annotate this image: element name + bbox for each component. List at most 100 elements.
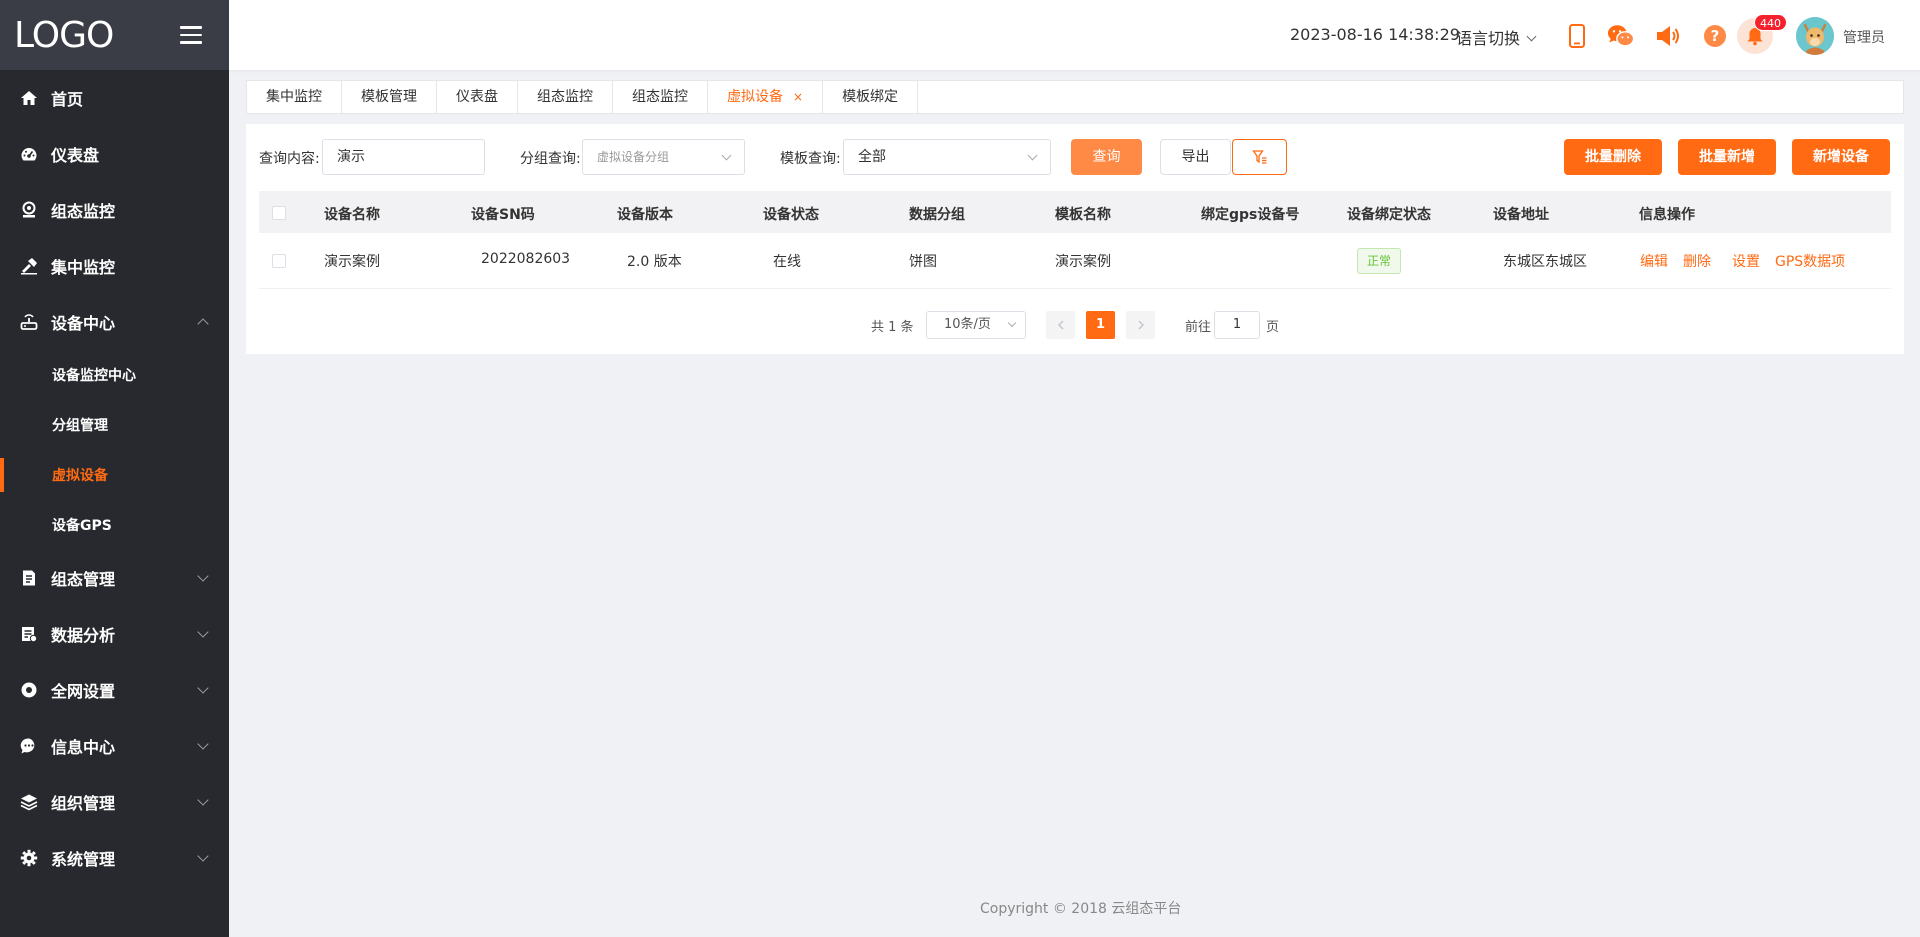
sidebar-item-network-settings[interactable]: 全网设置 [0,662,229,718]
chevron-right-icon [1138,320,1144,330]
home-icon [20,89,38,107]
chevron-down-icon [1007,318,1017,328]
row-checkbox[interactable] [272,254,286,268]
sidebar-menu: 首页 仪表盘 组态监控 集中监控 设备中心 [0,70,229,350]
status-badge: 正常 [1357,248,1402,274]
table-header: 设备名称 设备SN码 设备版本 设备状态 数据分组 模板名称 绑定gps设备号 … [259,191,1891,233]
cell-device-name: 演示案例 [324,254,380,270]
sidebar-item-device-center[interactable]: 设备中心 [0,294,229,350]
col-gps-device: 绑定gps设备号 [1201,207,1300,223]
top-header: 2023-08-16 14:38:29 语言切换 ? 440 管理员 [229,0,1920,70]
edit-link[interactable]: 编辑 [1640,251,1668,271]
chat-icon [20,737,38,755]
help-icon[interactable]: ? [1701,22,1729,50]
logo-bar: LOGO [0,0,229,70]
query-button[interactable]: 查询 [1071,139,1142,175]
sidebar-item-group-management[interactable]: 分组管理 [0,400,229,450]
goto-label: 前往 [1185,320,1212,335]
pagination: 共 1 条 10条/页 1 前往 1 页 [246,311,1904,339]
tab-scada-monitor-2[interactable]: 组态监控 [613,81,708,113]
mobile-icon[interactable] [1563,22,1591,50]
page-size-select[interactable]: 10条/页 [926,311,1026,339]
tab-scada-monitor[interactable]: 组态监控 [518,81,613,113]
device-center-submenu: 设备监控中心 分组管理 虚拟设备 设备GPS [0,350,229,550]
language-switch[interactable]: 语言切换 [1456,25,1537,49]
router-icon [20,313,38,331]
query-label: 查询内容: [259,151,320,167]
page-tabs: 集中监控 模板管理 仪表盘 组态监控 组态监控 虚拟设备 × 模板绑定 [246,80,1904,114]
speaker-icon[interactable] [1654,22,1682,50]
tab-template-management[interactable]: 模板管理 [342,81,437,113]
next-page-button[interactable] [1126,311,1155,339]
sidebar-item-device-gps[interactable]: 设备GPS [0,500,229,550]
sidebar-item-virtual-device[interactable]: 虚拟设备 [0,450,229,500]
col-bind-status: 设备绑定状态 [1347,207,1431,223]
query-input[interactable]: 演示 [322,139,485,175]
settings-link[interactable]: 设置 [1732,251,1760,271]
prev-page-button[interactable] [1046,311,1075,339]
filter-button[interactable] [1232,139,1287,175]
logo: LOGO [14,14,114,56]
sidebar-item-scada-management[interactable]: 组态管理 [0,550,229,606]
gear-icon [20,849,38,867]
template-select[interactable]: 全部 [843,139,1051,175]
batch-add-button[interactable]: 批量新增 [1678,139,1776,175]
cell-device-version: 2.0 版本 [627,254,682,270]
col-device-address: 设备地址 [1493,207,1549,223]
circle-icon [20,681,38,699]
total-count: 共 1 条 [871,320,914,335]
goto-page-input[interactable]: 1 [1214,311,1260,339]
chevron-down-icon [197,626,209,638]
avatar[interactable] [1796,17,1834,55]
tab-virtual-device[interactable]: 虚拟设备 × [708,81,824,113]
cell-data-group: 饼图 [909,254,937,270]
sidebar-item-scada-monitor[interactable]: 组态监控 [0,182,229,238]
cell-template-name: 演示案例 [1055,254,1111,270]
footer-copyright: Copyright © 2018 云组态平台 [980,901,1182,917]
hamburger-menu-icon[interactable] [180,26,202,44]
sidebar-item-system-management[interactable]: 系统管理 [0,830,229,886]
select-all-checkbox[interactable] [272,206,286,220]
username[interactable]: 管理员 [1843,27,1885,47]
template-label: 模板查询: [780,151,841,167]
sidebar-item-message-center[interactable]: 信息中心 [0,718,229,774]
tab-central-monitor[interactable]: 集中监控 [247,81,342,113]
tab-dashboard[interactable]: 仪表盘 [437,81,518,113]
col-data-group: 数据分组 [909,207,965,223]
chevron-down-icon [197,682,209,694]
col-device-sn: 设备SN码 [471,207,535,223]
delete-link[interactable]: 删除 [1683,251,1711,271]
sidebar-item-data-analysis[interactable]: 数据分析 [0,606,229,662]
add-device-button[interactable]: 新增设备 [1792,139,1890,175]
cell-device-address: 东城区东城区 [1503,254,1587,270]
layers-icon [20,793,38,811]
chevron-left-icon [1057,320,1063,330]
group-select[interactable]: 虚拟设备分组 [582,139,745,175]
col-device-status: 设备状态 [763,207,819,223]
chevron-down-icon [1526,31,1537,42]
document-icon [20,569,38,587]
sidebar-item-organization[interactable]: 组织管理 [0,774,229,830]
batch-delete-button[interactable]: 批量删除 [1564,139,1662,175]
filter-icon [1251,150,1266,164]
page-number-current[interactable]: 1 [1086,311,1115,339]
export-button[interactable]: 导出 [1160,139,1231,175]
sidebar-item-device-monitor-center[interactable]: 设备监控中心 [0,350,229,400]
sidebar: LOGO 首页 仪表盘 组态监控 集中监控 设备中心 设备监控中心 分组管理 虚… [0,0,229,937]
col-device-version: 设备版本 [617,207,673,223]
sidebar-item-central-monitor[interactable]: 集中监控 [0,238,229,294]
sidebar-item-home[interactable]: 首页 [0,70,229,126]
current-datetime: 2023-08-16 14:38:29 [1290,25,1460,44]
main-panel: 查询内容: 演示 分组查询: 虚拟设备分组 模板查询: 全部 查询 导出 批量删… [246,124,1904,354]
col-template-name: 模板名称 [1055,207,1111,223]
tab-template-binding[interactable]: 模板绑定 [823,81,919,113]
sidebar-menu-lower: 组态管理 数据分析 全网设置 信息中心 组织管理 系统管理 [0,550,229,886]
wechat-icon[interactable] [1607,22,1635,50]
sidebar-item-dashboard[interactable]: 仪表盘 [0,126,229,182]
monitor-icon [20,201,38,219]
gps-data-link[interactable]: GPS数据项 [1775,251,1845,271]
close-icon[interactable]: × [793,90,803,104]
group-label: 分组查询: [520,151,581,167]
report-icon [20,625,38,643]
hammer-icon [20,257,38,275]
